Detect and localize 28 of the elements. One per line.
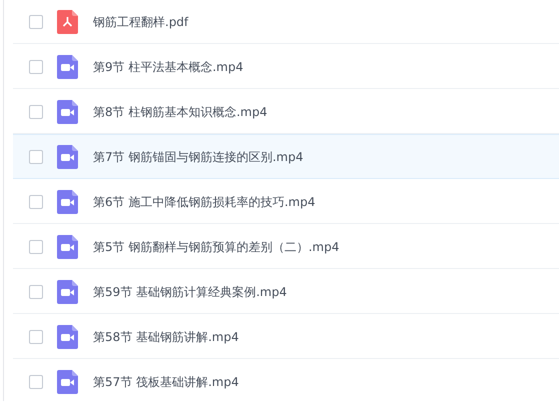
- file-name[interactable]: 第6节 施工中降低钢筋损耗率的技巧.mp4: [93, 192, 316, 210]
- checkbox[interactable]: [29, 240, 43, 254]
- file-row[interactable]: 第7节 钢筋锚固与钢筋连接的区别.mp4: [13, 134, 559, 179]
- file-name[interactable]: 第9节 柱平法基本概念.mp4: [93, 58, 244, 76]
- file-name[interactable]: 钢筋工程翻样.pdf: [93, 12, 188, 30]
- checkbox[interactable]: [29, 14, 43, 28]
- file-name[interactable]: 第58节 基础钢筋讲解.mp4: [93, 328, 239, 346]
- video-file-icon: [57, 190, 78, 214]
- video-file-icon: [57, 324, 78, 348]
- video-file-icon: [57, 144, 78, 168]
- checkbox[interactable]: [29, 330, 43, 344]
- checkbox[interactable]: [29, 374, 43, 388]
- checkbox[interactable]: [29, 194, 43, 208]
- video-file-icon: [57, 54, 78, 78]
- video-file-icon: [57, 100, 78, 124]
- file-name[interactable]: 第8节 柱钢筋基本知识概念.mp4: [93, 102, 268, 120]
- file-name[interactable]: 第5节 钢筋翻样与钢筋预算的差别（二）.mp4: [93, 238, 340, 256]
- video-file-icon: [57, 370, 78, 394]
- file-name[interactable]: 第59节 基础钢筋计算经典案例.mp4: [93, 282, 287, 300]
- checkbox[interactable]: [29, 150, 43, 164]
- file-name[interactable]: 第7节 钢筋锚固与钢筋连接的区别.mp4: [93, 148, 304, 166]
- file-name[interactable]: 第57节 筏板基础讲解.mp4: [93, 372, 239, 390]
- checkbox[interactable]: [29, 104, 43, 118]
- video-file-icon: [57, 280, 78, 304]
- pdf-file-icon: [57, 10, 78, 34]
- video-file-icon: [57, 234, 78, 258]
- checkbox[interactable]: [29, 284, 43, 298]
- checkbox[interactable]: [29, 60, 43, 74]
